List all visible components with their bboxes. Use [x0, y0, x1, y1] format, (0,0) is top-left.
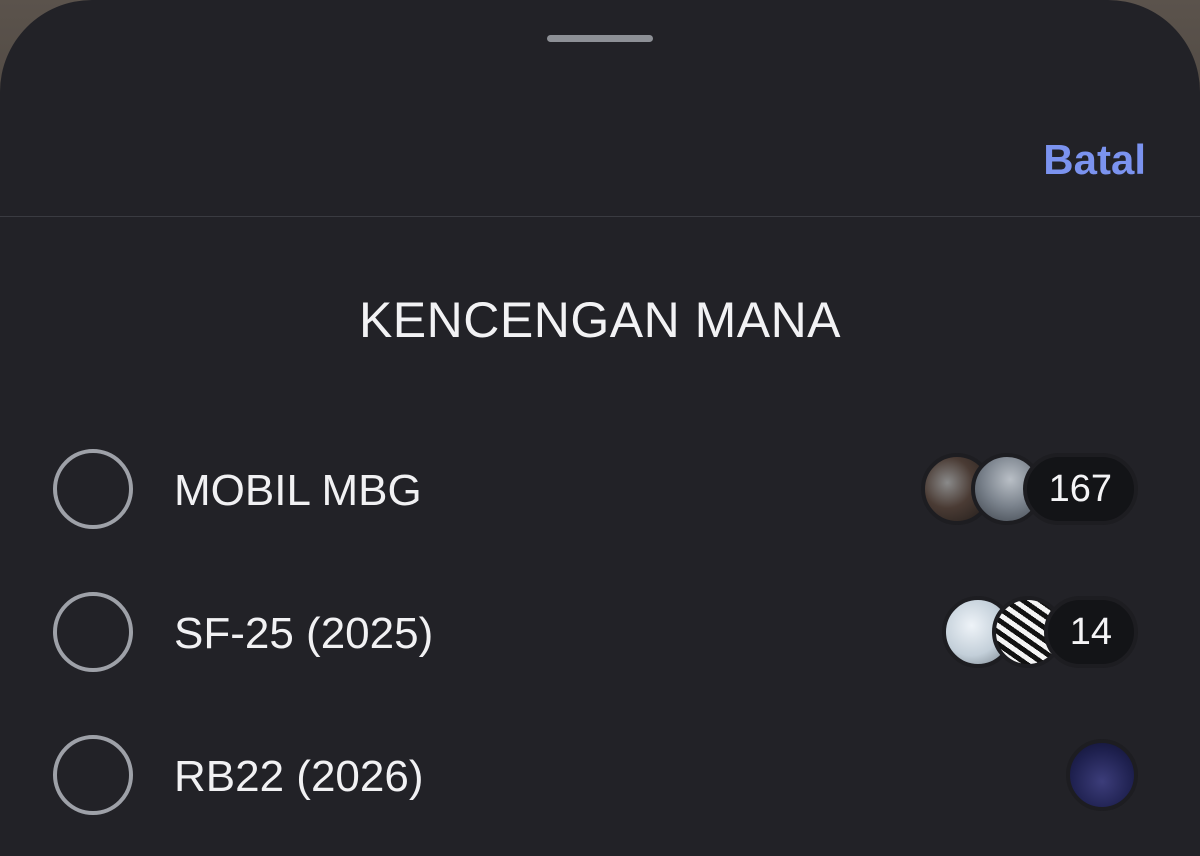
poll-option-rb22[interactable]: RB22 (2026): [0, 711, 1200, 854]
cancel-button[interactable]: Batal: [1043, 134, 1146, 186]
vote-count: 14: [1043, 596, 1138, 668]
radio-button[interactable]: [53, 592, 133, 672]
option-label: MOBIL MBG: [174, 466, 422, 515]
header-divider: [0, 216, 1200, 217]
radio-button[interactable]: [53, 449, 133, 529]
voter-avatar: [1066, 739, 1138, 811]
voters-summary[interactable]: 14: [941, 596, 1138, 668]
poll-option-mobil-mbg[interactable]: MOBIL MBG 167: [0, 425, 1200, 568]
voters-summary[interactable]: 167: [920, 453, 1138, 525]
poll-option-sf-25[interactable]: SF-25 (2025) 14: [0, 568, 1200, 711]
poll-bottom-sheet: Batal KENCENGAN MANA MOBIL MBG 167 SF-25…: [0, 0, 1200, 856]
option-label: SF-25 (2025): [174, 609, 434, 658]
poll-options-list: MOBIL MBG 167 SF-25 (2025) 14 RB22 (2026…: [0, 425, 1200, 854]
voters-summary[interactable]: [1066, 739, 1138, 811]
vote-count: 167: [1022, 453, 1138, 525]
radio-button[interactable]: [53, 735, 133, 815]
drag-handle[interactable]: [547, 35, 653, 42]
option-label: RB22 (2026): [174, 752, 424, 801]
poll-question: KENCENGAN MANA: [358, 292, 842, 348]
